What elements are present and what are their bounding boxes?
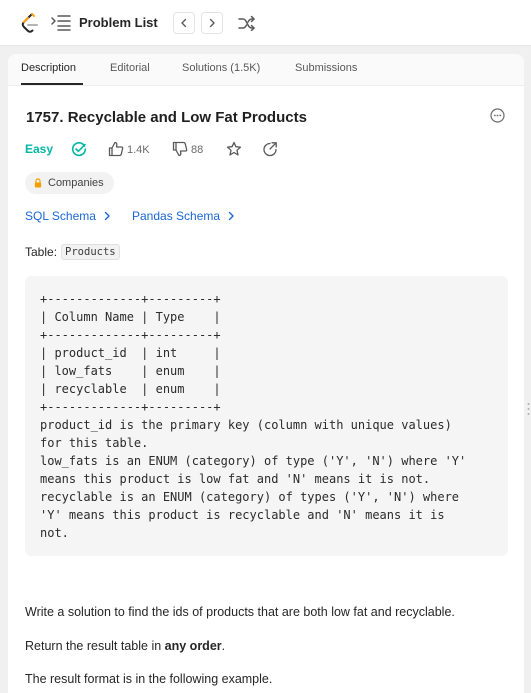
chevron-left-icon	[181, 18, 187, 28]
description-paragraph-1: Write a solution to find the ids of prod…	[25, 605, 455, 619]
lock-icon	[34, 178, 42, 188]
description-paragraph-3: The result format is in the following ex…	[25, 672, 273, 686]
p2-suffix: .	[221, 639, 226, 653]
tab-editorial[interactable]: Editorial	[110, 62, 150, 74]
tab-bar: Description Editorial Solutions (1.5K) S…	[8, 54, 524, 86]
chevron-right-icon	[209, 18, 215, 28]
leetcode-logo[interactable]	[20, 12, 40, 34]
dislike-count: 88	[191, 144, 204, 156]
active-tab-indicator	[21, 83, 83, 85]
p2-bold: any order	[164, 639, 222, 653]
like-count: 1.4K	[127, 144, 150, 156]
schema-code-text: +-------------+---------+ | Column Name …	[40, 292, 467, 540]
table-name-line: Table: Products	[25, 244, 120, 260]
description-paragraph-2: Return the result table in any order.	[25, 639, 225, 653]
sql-schema-label: SQL Schema	[25, 209, 96, 223]
companies-tag[interactable]: Companies	[25, 172, 114, 194]
chevron-right-icon	[104, 211, 110, 221]
table-prefix: Table:	[25, 245, 58, 259]
pandas-schema-link[interactable]: Pandas Schema	[132, 209, 236, 223]
shuffle-icon[interactable]	[238, 15, 256, 31]
sql-schema-link[interactable]: SQL Schema	[25, 209, 112, 223]
more-options-icon[interactable]	[490, 108, 505, 123]
top-navbar: Problem List	[0, 0, 531, 46]
problem-list-link[interactable]: Problem List	[79, 15, 158, 30]
thumbs-up-icon[interactable]	[108, 141, 124, 157]
tab-description[interactable]: Description	[21, 62, 76, 74]
next-problem-button[interactable]	[201, 12, 223, 34]
share-icon[interactable]	[262, 141, 278, 157]
prev-problem-button[interactable]	[173, 12, 195, 34]
solved-check-icon	[71, 142, 87, 157]
pandas-schema-label: Pandas Schema	[132, 209, 221, 223]
companies-label: Companies	[48, 177, 104, 189]
description-panel: Description Editorial Solutions (1.5K) S…	[8, 54, 524, 693]
p2-prefix: Return the result table in	[25, 639, 165, 653]
list-icon[interactable]	[51, 14, 71, 32]
star-icon[interactable]	[226, 141, 242, 157]
tab-submissions[interactable]: Submissions	[295, 62, 357, 74]
schema-code-block: +-------------+---------+ | Column Name …	[25, 276, 508, 556]
tab-solutions[interactable]: Solutions (1.5K)	[182, 62, 260, 74]
chevron-right-icon	[228, 211, 234, 221]
table-name-code: Products	[61, 244, 120, 260]
resize-handle-icon[interactable]	[527, 402, 530, 416]
problem-title: 1757. Recyclable and Low Fat Products	[26, 109, 307, 126]
thumbs-down-icon[interactable]	[172, 141, 188, 157]
difficulty-badge: Easy	[25, 142, 54, 156]
